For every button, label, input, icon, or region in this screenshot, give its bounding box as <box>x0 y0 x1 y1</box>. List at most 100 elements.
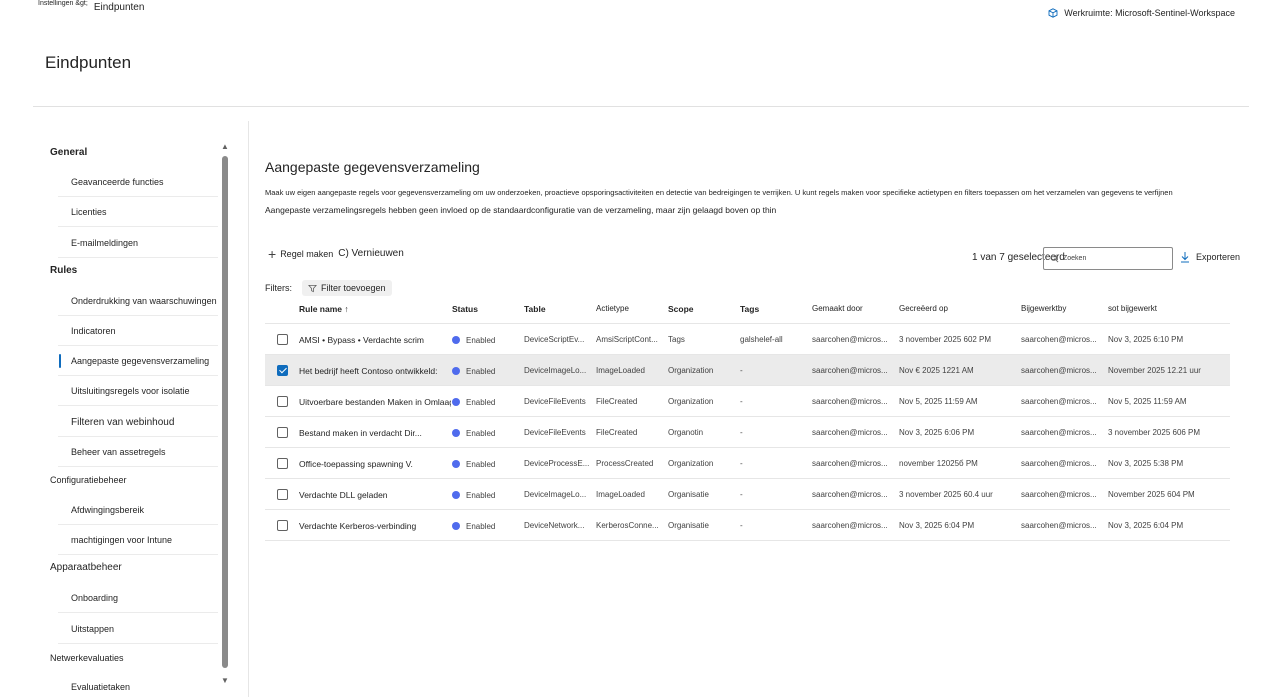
column-header-tags[interactable]: Tags <box>740 304 759 314</box>
cell-scope: Organization <box>668 459 714 468</box>
status-label: Enabled <box>466 336 496 345</box>
table-row[interactable]: Het bedrijf heeft Contoso ontwikkeld: Ena… <box>265 354 1230 385</box>
cell-scope: Organization <box>668 397 714 406</box>
status-label: Enabled <box>466 367 496 376</box>
sidebar-item-assessment-jobs[interactable]: Evaluatietaken <box>58 672 218 697</box>
filters-bar: Filters: Filter toevoegen <box>265 280 392 296</box>
table-row[interactable]: AMSI • Bypass • Verdachte scrim Enabled De… <box>265 323 1230 354</box>
column-header-updated-on[interactable]: sot bijgewerkt <box>1108 304 1157 313</box>
cell-created-by: saarcohen@micros... <box>812 490 888 499</box>
sidebar-item-alert-suppression[interactable]: Onderdrukking van waarschuwingen <box>58 286 218 316</box>
sidebar-scrollbar[interactable]: ▲ ▼ <box>220 140 230 697</box>
sidebar-item-advanced-features[interactable]: Geavanceerde functies <box>58 167 218 197</box>
cell-rule-name[interactable]: Verdachte DLL geladen <box>299 490 451 500</box>
cell-table: DeviceImageLo... <box>524 490 587 499</box>
sidebar-item-custom-data-collection[interactable]: Aangepaste gegevensverzameling <box>58 346 218 376</box>
cell-tags: - <box>740 397 743 406</box>
cell-updated-on: Nov 3, 2025 6:10 PM <box>1108 335 1184 344</box>
status-label: Enabled <box>466 522 496 531</box>
filters-label: Filters: <box>265 283 292 293</box>
sidebar-group-rules: Rules <box>50 265 78 276</box>
table-row[interactable]: Uitvoerbare bestanden Maken in Omlaag: En… <box>265 385 1230 416</box>
column-header-created-on[interactable]: Gecreëerd op <box>899 304 948 313</box>
cell-status: Enabled <box>452 334 495 345</box>
sidebar-item-isolation-exclusion[interactable]: Uitsluitingsregels voor isolatie <box>58 376 218 406</box>
cell-tags: - <box>740 428 743 437</box>
cell-updated-on: November 2025 12.21 uur <box>1108 366 1201 375</box>
sidebar-item-indicators[interactable]: Indicatoren <box>58 316 218 346</box>
scrollbar-thumb[interactable] <box>222 156 228 668</box>
cell-action-type: KerberosConne... <box>596 521 659 530</box>
cell-updated-by: saarcohen@micros... <box>1021 366 1097 375</box>
sidebar-item-web-content-filtering[interactable]: Filteren van webinhoud <box>58 407 218 437</box>
sidebar-item-intune-permissions[interactable]: machtigingen voor Intune <box>58 525 218 555</box>
content-divider <box>248 121 249 697</box>
cell-rule-name[interactable]: Uitvoerbare bestanden Maken in Omlaag: <box>299 397 451 407</box>
table-row[interactable]: Verdachte DLL geladen Enabled DeviceImageL… <box>265 478 1230 509</box>
cell-action-type: ImageLoaded <box>596 490 645 499</box>
column-header-created-by[interactable]: Gemaakt door <box>812 304 863 313</box>
sidebar-group-configuration-management: Configuratiebeheer <box>50 475 127 485</box>
column-header-updated-by[interactable]: Bijgewerktby <box>1021 304 1066 313</box>
scroll-down-icon[interactable]: ▼ <box>221 676 229 685</box>
row-checkbox[interactable] <box>277 365 288 376</box>
sidebar-item-email-notifications[interactable]: E-mailmeldingen <box>58 228 218 258</box>
table-row[interactable]: Bestand maken in verdacht Dir... Enabled D… <box>265 416 1230 447</box>
workspace-indicator[interactable]: Werkruimte: Microsoft-Sentinel-Workspace <box>1048 8 1235 18</box>
cell-rule-name[interactable]: AMSI • Bypass • Verdachte scrim <box>299 335 451 345</box>
cell-updated-by: saarcohen@micros... <box>1021 397 1097 406</box>
row-checkbox[interactable] <box>277 520 288 531</box>
breadcrumb: Instellingen &gt; Eindpunten <box>38 0 144 16</box>
add-filter-button[interactable]: Filter toevoegen <box>302 280 392 296</box>
column-header-status[interactable]: Status <box>452 304 478 314</box>
search-input[interactable]: Zoeken <box>1043 247 1173 270</box>
cell-rule-name[interactable]: Verdachte Kerberos-verbinding <box>299 521 451 531</box>
cell-updated-on: Nov 5, 2025 11:59 AM <box>1108 397 1187 406</box>
table-row[interactable]: Office-toepassing spawning V. Enabled Devi… <box>265 447 1230 478</box>
row-checkbox[interactable] <box>277 489 288 500</box>
cell-action-type: ProcessCreated <box>596 459 654 468</box>
cell-action-type: FileCreated <box>596 397 638 406</box>
row-checkbox[interactable] <box>277 458 288 469</box>
status-dot-icon <box>452 521 460 530</box>
sidebar-item-asset-rule-management[interactable]: Beheer van assetregels <box>58 437 218 467</box>
refresh-button[interactable]: C) Vernieuwen <box>338 248 404 259</box>
create-rule-button[interactable]: + Regel maken <box>268 247 333 261</box>
cell-updated-on: Nov 3, 2025 5:38 PM <box>1108 459 1184 468</box>
cell-updated-by: saarcohen@micros... <box>1021 459 1097 468</box>
breadcrumb-parent[interactable]: Instellingen &gt; <box>38 0 88 7</box>
sidebar-item-licenses[interactable]: Licenties <box>58 197 218 227</box>
cell-rule-name[interactable]: Office-toepassing spawning V. <box>299 459 451 469</box>
table-row[interactable]: Verdachte Kerberos-verbinding Enabled Devi… <box>265 509 1230 540</box>
row-checkbox[interactable] <box>277 427 288 438</box>
cell-table: DeviceProcessE... <box>524 459 590 468</box>
sidebar-item-onboarding[interactable]: Onboarding <box>58 583 218 613</box>
cell-table: DeviceFileEvents <box>524 397 586 406</box>
column-header-scope[interactable]: Scope <box>668 304 694 314</box>
export-button[interactable]: Exporteren <box>1180 251 1240 263</box>
cell-action-type: ImageLoaded <box>596 366 645 375</box>
toolbar: + Regel maken C) Vernieuwen <box>268 247 404 261</box>
row-checkbox[interactable] <box>277 396 288 407</box>
active-indicator <box>59 354 61 368</box>
cell-created-by: saarcohen@micros... <box>812 366 888 375</box>
column-header-action-type[interactable]: Actietype <box>596 304 629 313</box>
cell-created-by: saarcohen@micros... <box>812 397 888 406</box>
cell-updated-on: 3 november 2025 606 PM <box>1108 428 1201 437</box>
scroll-up-icon[interactable]: ▲ <box>221 142 229 151</box>
sidebar-group-network-assessments: Netwerkevaluaties <box>50 653 124 663</box>
sidebar-item-enforcement-scope[interactable]: Afdwingingsbereik <box>58 495 218 525</box>
cell-rule-name[interactable]: Bestand maken in verdacht Dir... <box>299 428 451 438</box>
cell-rule-name[interactable]: Het bedrijf heeft Contoso ontwikkeld: <box>299 366 451 376</box>
cell-scope: Organotin <box>668 428 704 437</box>
row-checkbox[interactable] <box>277 334 288 345</box>
column-header-rule-name[interactable]: Rule name ↑ <box>299 304 349 314</box>
status-label: Enabled <box>466 398 496 407</box>
workspace-label: Werkruimte: Microsoft-Sentinel-Workspace <box>1064 8 1235 18</box>
column-header-table[interactable]: Table <box>524 304 546 314</box>
cell-table: DeviceNetwork... <box>524 521 585 530</box>
cell-created-on: 3 november 2025 60.4 uur <box>899 490 993 499</box>
description-line-2: Aangepaste verzamelingsregels hebben gee… <box>265 205 777 215</box>
sidebar-item-offboarding[interactable]: Uitstappen <box>58 614 218 644</box>
cell-status: Enabled <box>452 489 495 500</box>
